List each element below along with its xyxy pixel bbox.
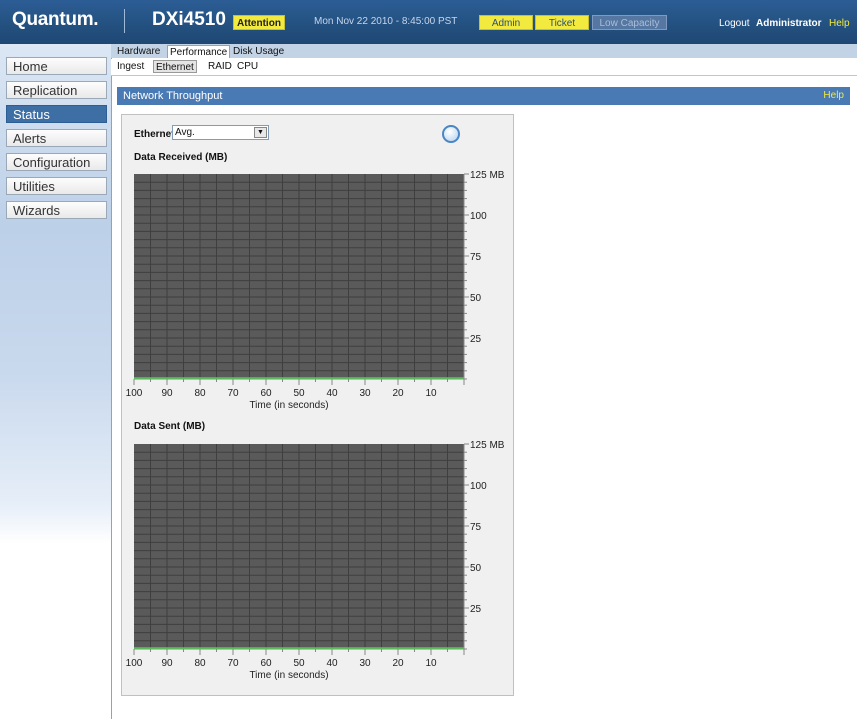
x-tick-label: 10 (425, 388, 437, 399)
y-tick-label: 100 (470, 481, 487, 492)
current-user: Administrator (756, 18, 822, 29)
header-help-link[interactable]: Help (829, 18, 850, 29)
section-title-bar: Network Throughput Help (117, 87, 850, 105)
primary-tab-bar: Hardware Performance Disk Usage (111, 44, 857, 58)
y-tick-label: 25 (470, 604, 482, 615)
sidebar-item-status[interactable]: Status (6, 105, 107, 123)
quantum-logo: Quantum. (12, 9, 99, 30)
x-tick-label: 20 (392, 658, 404, 669)
header-divider (124, 9, 125, 33)
tab-raid[interactable]: RAID (206, 60, 234, 73)
data-sent-chart: 125 MB 100 75 50 25 100 90 80 70 60 50 40 30 20 10 Time… (126, 440, 505, 681)
x-tick-label: 60 (260, 388, 272, 399)
ethernet-label: Ethernet (134, 129, 175, 140)
y-tick-label: 75 (470, 252, 482, 263)
x-tick-label: 100 (126, 388, 143, 399)
x-tick-label: 100 (126, 658, 143, 669)
app-header: Quantum. DXi4510 Attention Mon Nov 22 20… (0, 0, 857, 44)
x-tick-label: 30 (359, 388, 371, 399)
x-tick-label: 90 (161, 658, 173, 669)
x-tick-label: 50 (293, 388, 305, 399)
section-help-link[interactable]: Help (823, 87, 844, 105)
ethernet-select-value: Avg. (175, 127, 195, 138)
tab-performance[interactable]: Performance (167, 45, 231, 58)
x-tick-label: 60 (260, 658, 272, 669)
y-tick-label: 25 (470, 334, 482, 345)
chevron-down-icon[interactable]: ▼ (254, 127, 267, 138)
sidebar-item-home[interactable]: Home (6, 57, 107, 75)
x-tick-label: 30 (359, 658, 371, 669)
logout-link[interactable]: Logout (719, 18, 750, 29)
x-tick-label: 80 (194, 388, 206, 399)
y-tick-label: 125 MB (470, 440, 505, 451)
secondary-tab-bar: Ingest Ethernet RAID CPU (111, 59, 857, 76)
sidebar-item-replication[interactable]: Replication (6, 81, 107, 99)
data-received-chart: 125 MB 100 75 50 25 100 90 80 70 60 50 40 30 20 10 Time… (126, 170, 505, 411)
attention-button[interactable]: Attention (233, 15, 285, 30)
x-tick-label: 50 (293, 658, 305, 669)
x-axis-title: Time (in seconds) (249, 400, 328, 411)
x-axis-title: Time (in seconds) (249, 670, 328, 681)
tab-disk-usage[interactable]: Disk Usage (231, 45, 286, 58)
ticket-button[interactable]: Ticket (535, 15, 589, 30)
x-tick-label: 20 (392, 388, 404, 399)
x-tick-label: 70 (227, 658, 239, 669)
sidebar-item-wizards[interactable]: Wizards (6, 201, 107, 219)
tab-ethernet[interactable]: Ethernet (153, 60, 197, 73)
sidebar-item-configuration[interactable]: Configuration (6, 153, 107, 171)
y-tick-label: 100 (470, 211, 487, 222)
admin-button[interactable]: Admin (479, 15, 533, 30)
y-tick-label: 50 (470, 293, 482, 304)
section-title: Network Throughput (123, 90, 223, 102)
sidebar-item-alerts[interactable]: Alerts (6, 129, 107, 147)
x-tick-label: 70 (227, 388, 239, 399)
sidebar-item-utilities[interactable]: Utilities (6, 177, 107, 195)
y-tick-label: 75 (470, 522, 482, 533)
tab-hardware[interactable]: Hardware (115, 45, 162, 58)
x-tick-label: 40 (326, 388, 338, 399)
system-model-title: DXi4510 (152, 9, 226, 30)
x-tick-label: 90 (161, 388, 173, 399)
system-datetime: Mon Nov 22 2010 - 8:45:00 PST (314, 16, 458, 27)
chart-title-received: Data Received (MB) (134, 152, 228, 163)
x-tick-label: 10 (425, 658, 437, 669)
gridlines (134, 444, 464, 649)
x-tick-label: 80 (194, 658, 206, 669)
y-tick-label: 50 (470, 563, 482, 574)
chart-title-sent: Data Sent (MB) (134, 421, 206, 432)
refresh-icon[interactable] (442, 125, 460, 143)
low-capacity-button[interactable]: Low Capacity (592, 15, 667, 30)
gridlines (134, 174, 464, 379)
tab-ingest[interactable]: Ingest (115, 60, 146, 73)
y-tick-label: 125 MB (470, 170, 505, 181)
tab-cpu[interactable]: CPU (235, 60, 260, 73)
x-tick-label: 40 (326, 658, 338, 669)
ethernet-select[interactable]: Avg. ▼ (172, 125, 269, 140)
sidebar: Home Replication Status Alerts Configura… (0, 44, 112, 719)
